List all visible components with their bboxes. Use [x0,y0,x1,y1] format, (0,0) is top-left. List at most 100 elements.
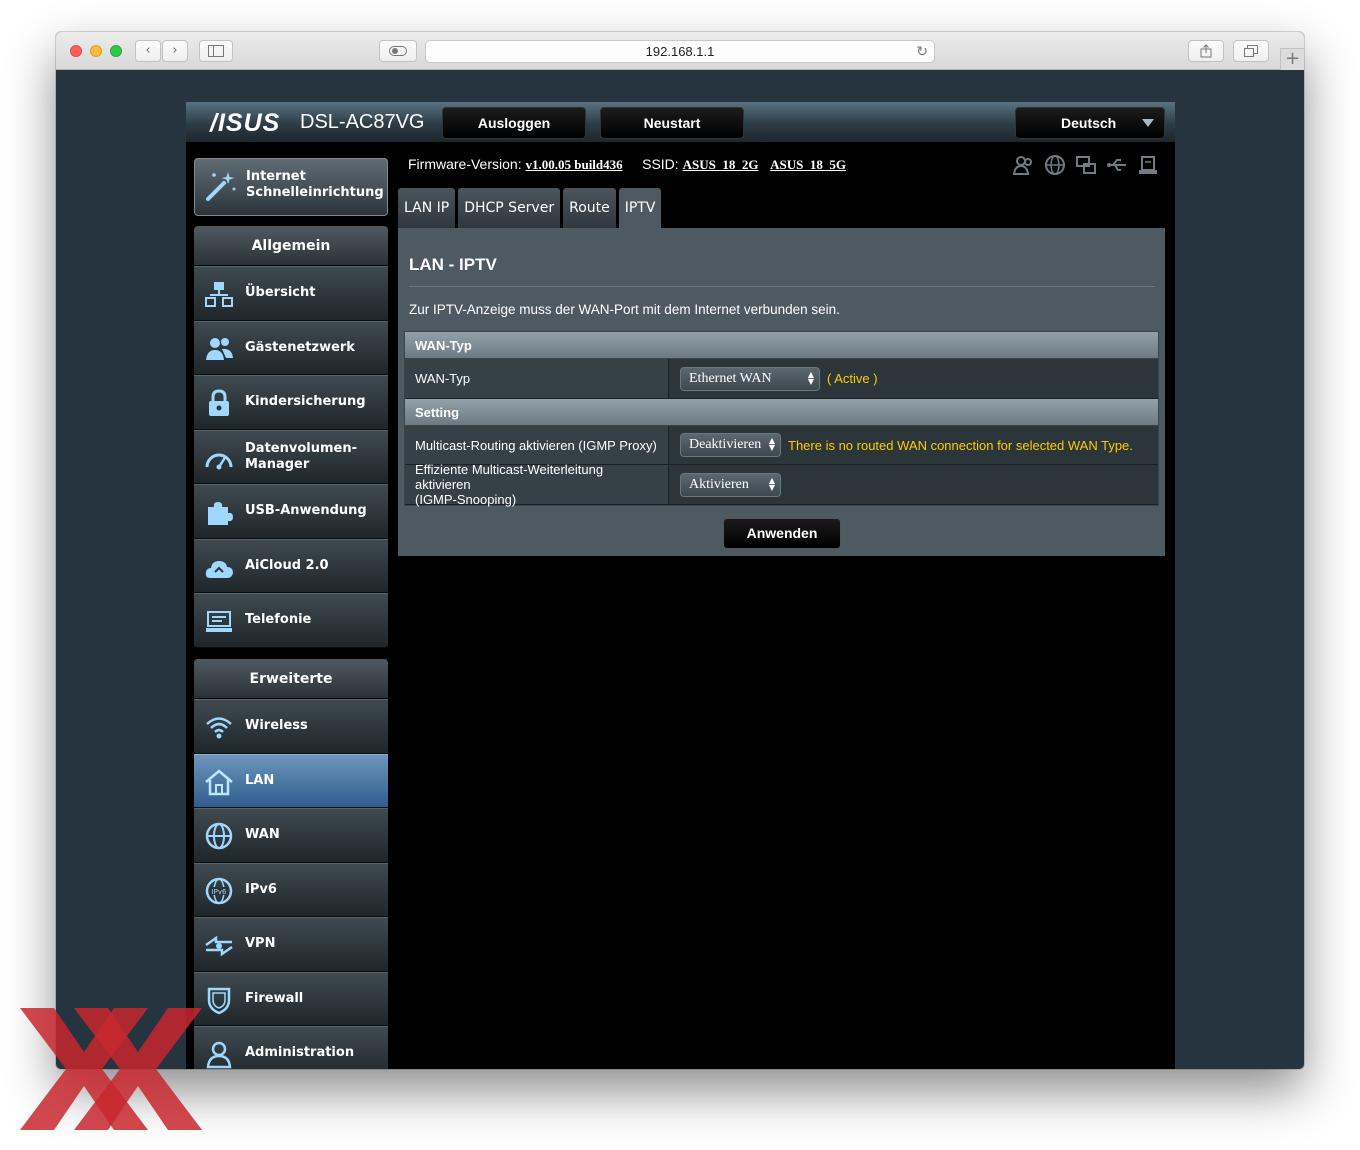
sidebar-item-gaestenetzwerk[interactable]: Gästenetzwerk [194,320,388,375]
toggle-icon [389,46,407,56]
shield-icon [207,987,231,1014]
language-label: Deutsch [1061,115,1117,131]
sidebar-label: AiCloud 2.0 [245,557,329,573]
firmware-ssid-info: Firmware-Version: v1.00.05 build436 SSID… [408,156,846,173]
router-model: DSL-AC87VG [300,111,425,133]
globe-icon [205,822,233,850]
tab-route[interactable]: Route [563,188,616,228]
sidebar-label: WAN [245,827,280,843]
tabs-overview-button[interactable] [1233,40,1269,62]
guest-network-icon [206,337,233,360]
igmp-snooping-label-line1: Effiziente Multicast-Weiterleitung aktiv… [415,462,604,492]
sidebar-label: Kindersicherung [245,394,366,410]
sidebar-label: Datenvolumen- Manager [245,431,357,484]
sidebar-item-wan[interactable]: WAN [194,808,388,863]
panel-description: Zur IPTV-Anzeige muss der WAN-Port mit d… [409,302,840,317]
browser-window: ‹ › 192.168.1.1 ↻ + /ISUS DSL-AC87VG Aus… [56,32,1304,1069]
igmp-proxy-hint: There is no routed WAN connection for se… [788,437,1133,453]
sidebar-item-lan[interactable]: LAN [194,753,388,808]
igmp-snooping-select[interactable]: Aktivieren ▲ ▼ [680,472,781,497]
wan-type-status: ( Active ) [827,371,878,386]
vpn-icon [205,935,233,957]
close-window-button[interactable] [70,45,82,57]
sidebar-label-line2: Manager [245,456,310,472]
select-arrows-icon: ▲ ▼ [768,475,775,492]
admin-user-icon [206,1041,232,1069]
sidebar-label: VPN [245,936,276,952]
watermark-logo [20,1008,202,1130]
address-bar[interactable]: 192.168.1.1 ↻ [425,40,935,63]
browser-toolbar: ‹ › 192.168.1.1 ↻ + [56,32,1304,70]
apply-button[interactable]: Anwenden [723,518,841,549]
minimize-window-button[interactable] [90,45,102,57]
igmp-snooping-cell: Aktivieren ▲ ▼ [669,465,1158,504]
magic-wand-icon [206,172,236,201]
ssid-2g-link[interactable]: ASUS_18_2G [683,157,759,172]
general-menu-header: Allgemein [194,226,388,266]
igmp-proxy-cell: Deaktivieren ▲ ▼ There is no routed WAN c… [669,426,1158,464]
wan-type-select[interactable]: Ethernet WAN ▲ ▼ [680,366,820,391]
new-tab-button[interactable]: + [1280,48,1304,70]
sidebar-item-administration[interactable]: Administration [194,1026,388,1069]
wan-type-label: WAN-Typ [405,359,669,398]
sidebar-item-firewall[interactable]: Firewall [194,971,388,1026]
tab-dhcp-server[interactable]: DHCP Server [458,188,561,228]
plus-icon: + [1284,48,1301,69]
share-icon [1200,44,1212,58]
select-arrows-icon: ▲ ▼ [807,369,814,386]
sidebar-item-telefonie[interactable]: Telefonie [194,593,388,648]
sidebar-item-usb-anwendung[interactable]: USB-Anwendung [194,484,388,539]
iptv-panel: LAN - IPTV Zur IPTV-Anzeige muss der WAN… [398,228,1165,556]
wan-type-value: Ethernet WAN [689,370,772,386]
clients-icon[interactable] [1013,154,1035,176]
igmp-proxy-select[interactable]: Deaktivieren ▲ ▼ [680,433,781,457]
sidebar-item-vpn[interactable]: VPN [194,917,388,972]
section-header-wan-type: WAN-Typ [405,332,1158,359]
status-icons [1013,154,1159,176]
zoom-window-button[interactable] [110,45,122,57]
asus-logo: /ISUS [210,109,281,137]
firmware-version-link[interactable]: v1.00.05 build436 [525,157,622,172]
router-banner: /ISUS DSL-AC87VG Ausloggen Neustart Deut… [186,102,1175,142]
devices-icon[interactable] [1075,154,1097,176]
sidebar-item-datenvolumen-manager[interactable]: Datenvolumen- Manager [194,429,388,484]
table-row: Effiziente Multicast-Weiterleitung aktiv… [405,462,1158,507]
advanced-menu-header: Erweiterte Einstellungen [194,659,388,727]
igmp-proxy-value: Deaktivieren [689,437,762,452]
igmp-proxy-label: Multicast-Routing aktivieren (IGMP Proxy… [405,426,669,464]
lan-tabs: LAN IP DHCP Server Route IPTV [398,188,662,228]
sidebar-label: Firewall [245,990,304,1006]
quick-internet-setup-button[interactable]: Internet Schnelleinrichtung [194,158,388,216]
forward-button[interactable]: › [162,40,188,62]
sidebar-label: Administration [245,1045,355,1061]
sidebar-item-aicloud[interactable]: AiCloud 2.0 [194,538,388,593]
sidebar-item-wireless[interactable]: Wireless [194,699,388,754]
restart-button[interactable]: Neustart [600,107,744,139]
usb-icon[interactable] [1106,154,1128,176]
sidebar-toggle-button[interactable] [199,40,233,62]
back-button[interactable]: ‹ [135,40,161,62]
printer-icon[interactable] [1137,154,1159,176]
internet-icon[interactable] [1044,154,1066,176]
ipv6-icon: IPv6 [205,877,233,904]
sidebar-icon [208,45,224,57]
sidebar-item-ipv6[interactable]: IPv6 IPv6 [194,862,388,917]
title-divider [409,286,1155,287]
privacy-toggle-button[interactable] [379,40,417,62]
reload-icon[interactable]: ↻ [916,41,928,63]
qis-label: Internet Schnelleinrichtung [246,169,384,201]
qis-label-line1: Internet [246,169,306,184]
share-button[interactable] [1188,40,1224,62]
logout-button[interactable]: Ausloggen [442,107,586,139]
sidebar-label: Gästenetzwerk [245,339,355,355]
home-icon [205,768,233,795]
sidebar-item-uebersicht[interactable]: Übersicht [194,266,388,321]
sidebar-label-line1: Datenvolumen- [245,440,357,456]
sidebar-item-kindersicherung[interactable]: Kindersicherung [194,375,388,430]
tabs-icon [1244,45,1258,57]
tab-iptv[interactable]: IPTV [618,188,662,228]
ssid-5g-link[interactable]: ASUS_18_5G [770,157,846,172]
router-page: /ISUS DSL-AC87VG Ausloggen Neustart Deut… [186,102,1175,1069]
tab-lan-ip[interactable]: LAN IP [398,188,456,228]
language-select[interactable]: Deutsch [1015,107,1165,139]
